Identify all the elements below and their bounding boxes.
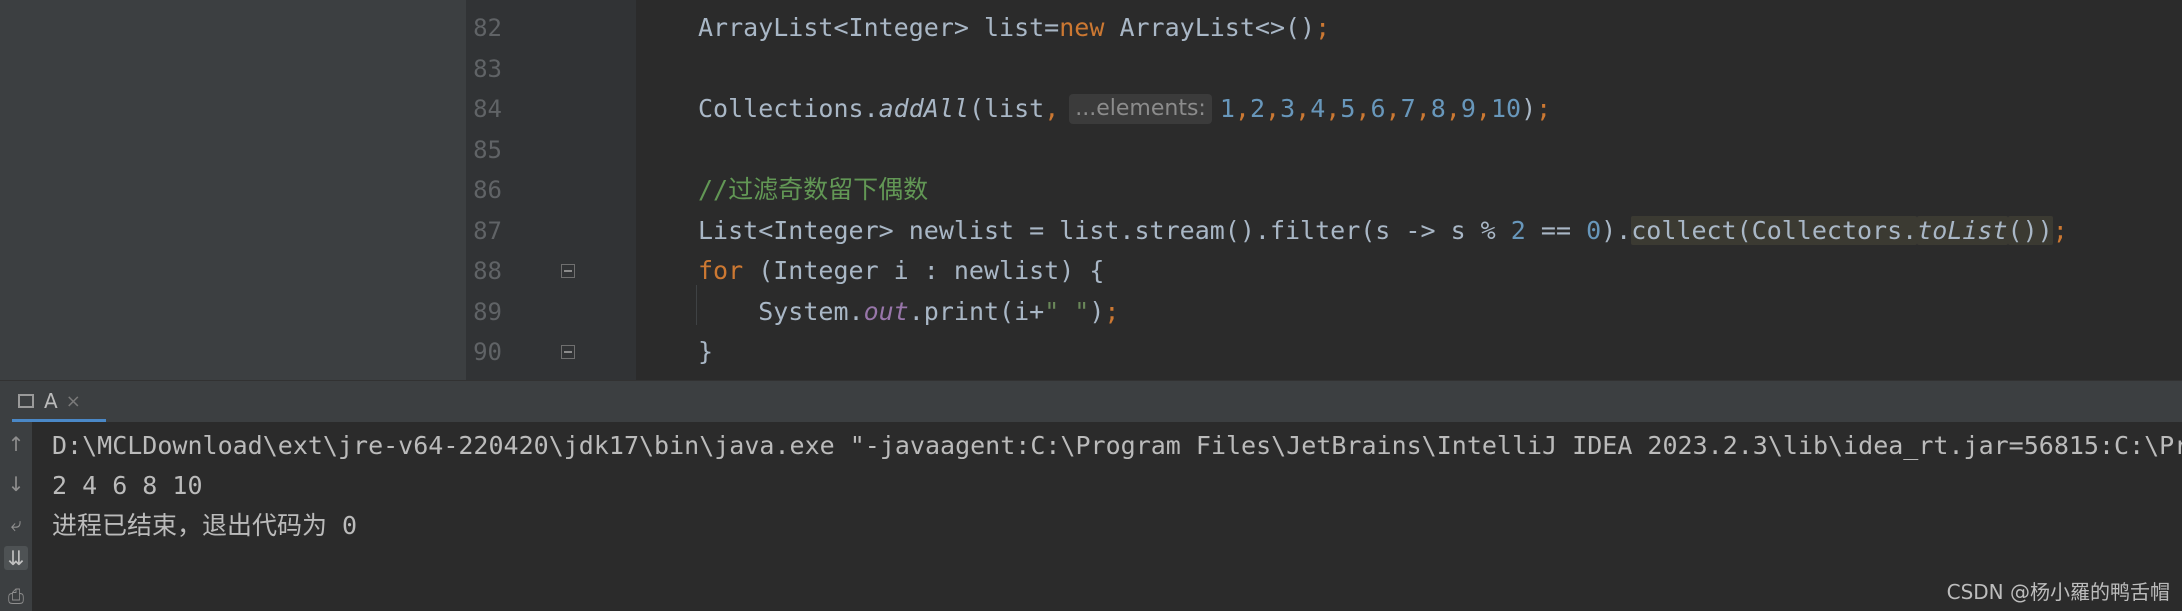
code-token: , <box>1385 94 1401 123</box>
code-text[interactable]: } <box>698 332 713 372</box>
watermark-text: CSDN @杨小羅的鸭舌帽 <box>1946 580 2170 604</box>
code-text[interactable]: List<Integer> newlist = list.stream().fi… <box>698 211 2068 251</box>
code-token: ; <box>1104 296 1120 326</box>
code-token: , <box>1265 94 1281 123</box>
code-token: , <box>1234 94 1250 123</box>
tab-run-a[interactable]: A × <box>18 383 81 419</box>
code-token: ) <box>1521 94 1537 123</box>
code-line[interactable]: 83 <box>0 49 2182 89</box>
code-line[interactable]: 86 //过滤奇数留下偶数 <box>0 170 2182 210</box>
line-number: 86 <box>473 176 502 204</box>
soft-wrap-icon[interactable]: ⤶ <box>4 512 28 536</box>
parameter-hint: ...elements: <box>1069 94 1212 124</box>
code-line[interactable]: 87 List<Integer> newlist = list.stream().… <box>0 211 2182 251</box>
line-number: 87 <box>473 216 502 245</box>
console-exit-line: 进程已结束，退出代码为 0 <box>52 511 358 540</box>
code-token: 8 <box>1430 94 1446 123</box>
code-text[interactable]: Collections.addAll(list, ...elements: 1,2,… <box>698 89 1551 129</box>
console-command-line: D:\MCLDownload\ext\jre-v64-220420\jdk17\… <box>52 431 2182 460</box>
fold-marker-icon[interactable] <box>561 264 575 278</box>
code-line[interactable]: 85 <box>0 130 2182 170</box>
line-number: 84 <box>473 95 502 123</box>
code-token: toList <box>1917 215 2008 245</box>
code-line[interactable]: 88 for (Integer i : newlist) { <box>0 251 2182 291</box>
code-text[interactable]: for (Integer i : newlist) { <box>698 251 1104 291</box>
code-token: 9 <box>1460 94 1476 123</box>
code-token: System. <box>698 296 864 326</box>
code-token: addAll <box>878 94 969 123</box>
up-arrow-icon[interactable]: ↑ <box>4 432 28 456</box>
code-token: , <box>1415 94 1431 123</box>
code-token: , <box>1325 94 1341 123</box>
line-number: 88 <box>473 257 502 285</box>
print-icon[interactable]: ⎙ <box>4 584 28 608</box>
code-token: List<Integer> newlist = list.stream().fi… <box>698 215 1511 245</box>
fold-marker-icon[interactable] <box>561 345 575 359</box>
code-line[interactable]: 84 Collections.addAll(list, ...elements: 1,… <box>0 89 2182 129</box>
console-toolbar: ↑ ↓ ⤶ ⇊ ⎙ <box>0 422 32 611</box>
code-token: //过滤奇数留下偶数 <box>698 175 929 204</box>
code-token: (Integer i : newlist) { <box>743 256 1105 285</box>
tab-label: A <box>44 389 58 413</box>
line-number: 89 <box>473 297 502 326</box>
code-token: 7 <box>1400 94 1416 123</box>
code-token: ArrayList<Integer> list= <box>698 13 1060 42</box>
code-token: , <box>1475 94 1491 123</box>
code-token: ArrayList<>() <box>1104 13 1316 42</box>
code-text[interactable]: System.out.print(i+" "); <box>698 292 1119 332</box>
code-token: 4 <box>1310 94 1326 123</box>
code-token: , <box>1355 94 1371 123</box>
tool-window-tabs: A × <box>0 380 2182 422</box>
line-number: 83 <box>473 54 502 83</box>
code-text[interactable]: ArrayList<Integer> list=new ArrayList<>(… <box>698 8 1330 48</box>
code-token: ). <box>1601 215 1632 245</box>
line-number: 85 <box>473 135 502 164</box>
code-token: 2 <box>1510 215 1526 245</box>
run-console[interactable]: ↑ ↓ ⤶ ⇊ ⎙ D:\MCLDownload\ext\jre-v64-220… <box>0 422 2182 611</box>
code-token: Collections. <box>698 94 879 123</box>
line-number: 82 <box>473 14 502 42</box>
code-token: 1 <box>1219 94 1235 123</box>
code-token: out <box>863 296 909 326</box>
code-token: ) <box>1089 296 1105 326</box>
code-token: (list <box>968 94 1045 123</box>
code-token: ; <box>2052 215 2068 245</box>
code-token: 0 <box>1586 215 1602 245</box>
code-token: collect(Collectors. <box>1631 215 1918 245</box>
code-token: ; <box>1536 94 1552 123</box>
code-token: ()) <box>2007 215 2053 245</box>
line-number: 90 <box>473 338 502 366</box>
code-token: , <box>1295 94 1311 123</box>
console-output-line: 2 4 6 8 10 <box>52 471 203 500</box>
code-token: 6 <box>1370 94 1386 123</box>
code-token: , <box>1445 94 1461 123</box>
down-arrow-icon[interactable]: ↓ <box>4 472 28 496</box>
code-token: , <box>1044 94 1060 123</box>
code-text[interactable]: //过滤奇数留下偶数 <box>698 170 928 210</box>
code-token: new <box>1059 13 1105 42</box>
code-token: 3 <box>1280 94 1296 123</box>
code-token: ; <box>1315 13 1331 42</box>
code-token: for <box>698 256 744 285</box>
indent-guide <box>696 285 697 325</box>
code-line[interactable]: 82 ArrayList<Integer> list=new ArrayList<… <box>0 8 2182 48</box>
code-token: 5 <box>1340 94 1356 123</box>
code-token: 10 <box>1490 94 1522 123</box>
code-token: .print(i+ <box>908 296 1045 326</box>
code-token: " " <box>1044 296 1090 326</box>
code-token: 2 <box>1249 94 1266 123</box>
code-token: } <box>698 337 714 366</box>
code-line[interactable]: 90} <box>0 332 2182 372</box>
close-icon[interactable]: × <box>66 391 81 412</box>
code-token: == <box>1525 215 1587 245</box>
scroll-to-end-icon[interactable]: ⇊ <box>4 546 28 570</box>
console-icon <box>18 394 34 408</box>
code-line[interactable]: 89 System.out.print(i+" "); <box>0 292 2182 332</box>
code-editor[interactable]: 82 ArrayList<Integer> list=new ArrayList<… <box>0 0 2182 380</box>
